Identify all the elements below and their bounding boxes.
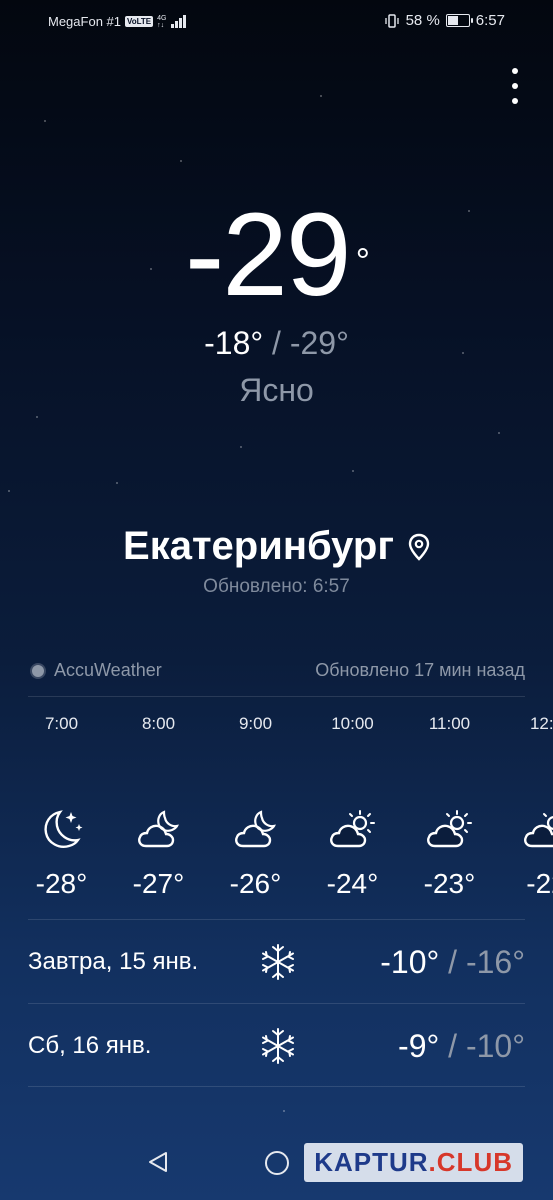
more-dot [512,68,518,74]
current-temperature-value: -29 [185,189,352,321]
day-temperatures: -10° / -16° [380,944,525,981]
network-type: 4G ↑↓ [157,14,167,29]
cloud-sun-icon [329,810,375,848]
cloud-sun-icon [523,810,553,848]
divider [28,1003,525,1004]
watermark-logo: KAPTUR.CLUB [304,1143,523,1182]
divider [28,919,525,920]
day-low: -16° [465,943,525,980]
hour-temperature: -26° [229,868,282,899]
clock: 6:57 [475,12,505,29]
provider-link[interactable]: AccuWeather [32,660,162,681]
city-selector[interactable]: Екатеринбург [0,524,553,569]
more-dot [512,98,518,104]
hour-temperature: -22 [526,868,553,899]
vibrate-icon [384,13,399,28]
moon-stars-icon [43,810,82,848]
home-icon[interactable] [264,1150,290,1176]
city-name: Екатеринбург [123,524,394,568]
hour-item: 12:0 -22 [498,714,553,900]
hour-time: 11:00 [428,714,471,733]
snowflake-icon [262,1028,294,1064]
watermark-club: CLUB [436,1147,513,1177]
day-high: -9° [398,1027,440,1064]
cloud-moon-icon [234,810,276,848]
daily-row[interactable]: Завтра, 15 янв. -10° / -16° [28,921,525,1003]
watermark-dot: . [428,1147,437,1177]
watermark-main: KAPTUR [314,1147,429,1177]
hour-time: 12:0 [529,714,553,733]
carrier-name: MegaFon #1 [48,14,121,29]
temperature-range: -18° / -29° [0,325,553,362]
hour-item: 7:00 -28° [13,714,110,900]
weather-condition: Ясно [239,372,314,408]
provider-updated: Обновлено 17 мин назад [315,660,525,680]
hour-temperature: -23° [423,868,476,899]
day-low: -10° [465,1027,525,1064]
hour-item: 11:00 -23° [401,714,498,900]
hour-time: 9:00 [238,714,273,733]
accuweather-sun-icon [32,664,44,677]
hour-time: 7:00 [44,714,79,733]
more-dot [512,83,518,89]
daily-row[interactable]: Сб, 16 янв. -9° / -10° [28,1005,525,1087]
status-bar-left: MegaFon #1 VoLTE 4G ↑↓ [48,14,186,29]
hour-temperature: -27° [132,868,185,899]
signal-icon [170,15,186,28]
range-separator: / [263,325,290,361]
cloud-moon-icon [137,810,179,848]
divider [28,1086,525,1087]
battery-percent: 58 % [405,12,440,29]
low-temperature: -29° [289,325,349,361]
snowflake-icon [262,944,294,980]
day-label: Сб, 16 янв. [28,1032,152,1059]
degree-symbol: ° [355,240,370,281]
provider-name: AccuWeather [54,660,162,680]
hour-temperature: -28° [35,868,88,899]
hour-item: 8:00 -27° [110,714,207,900]
battery-icon [445,14,473,27]
hourly-forecast[interactable]: 7:00 -28° 8:00 -27° 9:00 -26° 10:00 -24°… [0,714,553,904]
high-temperature: -18° [204,325,264,361]
day-label: Завтра, 15 янв. [28,948,199,975]
day-separator: / [439,1027,466,1064]
hour-item: 10:00 -24° [304,714,401,900]
volte-badge: VoLTE [125,16,154,27]
hour-time: 8:00 [141,714,176,733]
divider [28,696,525,697]
status-bar-right: 58 % 6:57 [384,12,505,29]
last-updated: Обновлено: 6:57 [203,576,350,597]
location-pin-icon [408,533,430,561]
day-separator: / [439,943,466,980]
cloud-sun-icon [426,810,472,848]
back-icon[interactable] [146,1150,170,1174]
hour-item: 9:00 -26° [207,714,304,900]
hour-time: 10:00 [331,714,374,733]
day-temperatures: -9° / -10° [398,1028,525,1065]
day-high: -10° [380,943,440,980]
current-temperature: -29 ° [0,196,553,314]
more-options-button[interactable] [509,68,521,104]
hour-temperature: -24° [326,868,379,899]
